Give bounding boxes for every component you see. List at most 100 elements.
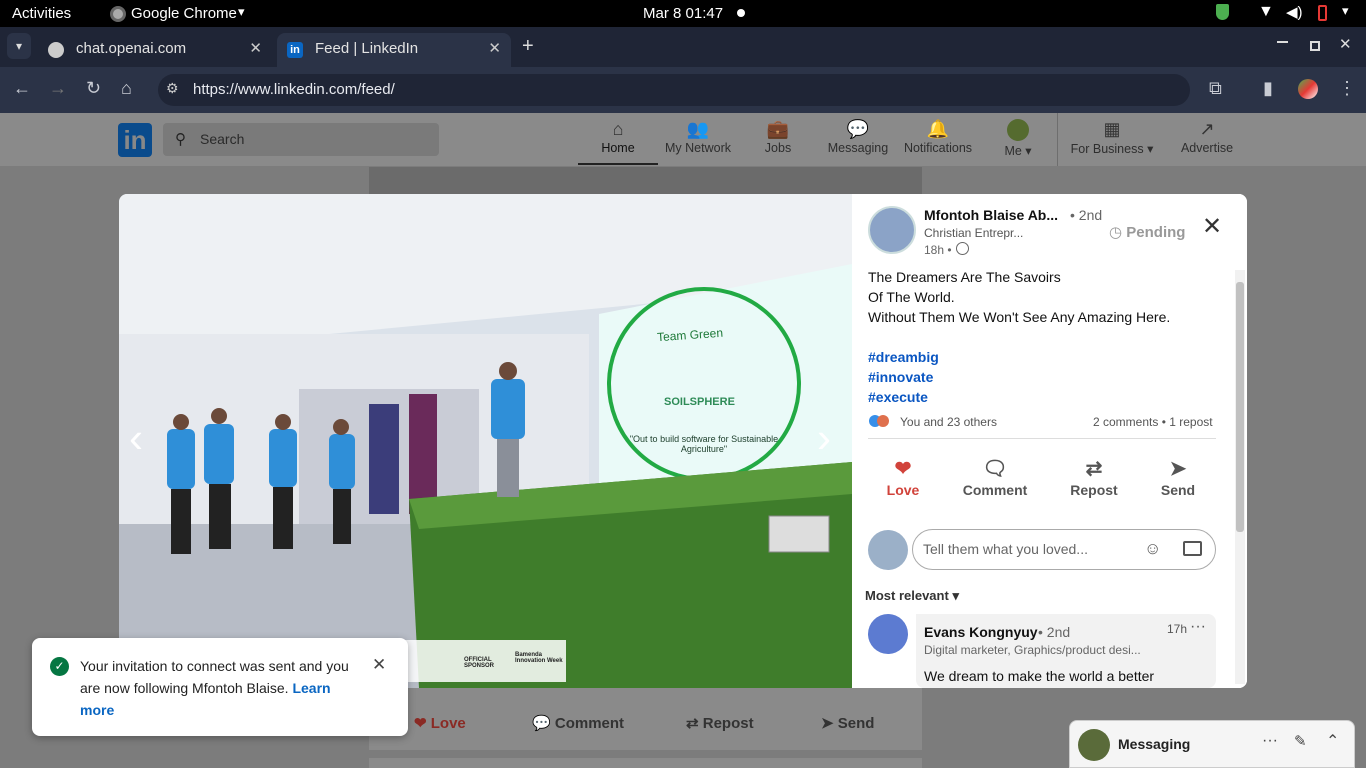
messaging-dock[interactable]: Messaging ··· ✎ ⌃ <box>1069 720 1355 768</box>
side-panel-icon[interactable]: ▮ <box>1263 78 1273 99</box>
comment-text: We dream to make the world a better <box>924 668 1155 684</box>
battery-icon[interactable] <box>1318 5 1327 21</box>
forward-icon[interactable]: → <box>49 78 67 99</box>
close-tab-icon[interactable]: ✕ <box>249 39 262 57</box>
pending-button[interactable]: ◷ Pending <box>1109 223 1185 241</box>
wifi-icon[interactable]: ▼ <box>1258 3 1274 21</box>
hashtag-link[interactable]: #innovate <box>868 367 1170 387</box>
chrome-menu-icon[interactable]: ⋮ <box>1338 78 1356 99</box>
commenter-avatar[interactable] <box>868 614 908 654</box>
tab-chatgpt[interactable]: chat.openai.com ✕ <box>38 33 272 67</box>
tab-strip: ▾ chat.openai.com ✕ in Feed | LinkedIn ✕… <box>0 27 1366 67</box>
linkedin-favicon-icon: in <box>287 42 303 58</box>
divider <box>868 438 1216 439</box>
close-toast-icon[interactable]: ✕ <box>372 655 386 675</box>
feed-comment-button[interactable]: 💬 Comment <box>532 714 624 732</box>
next-image-icon[interactable]: › <box>817 414 831 462</box>
comment-input[interactable]: Tell them what you loved... ☺ <box>912 529 1216 570</box>
close-tab-icon[interactable]: ✕ <box>488 39 501 57</box>
repost-icon: ⇄ <box>1085 458 1103 480</box>
nav-my-network[interactable]: 👥 My Network <box>658 119 738 155</box>
toast-message: Your invitation to connect was sent and … <box>80 655 365 721</box>
linkedin-logo[interactable]: in <box>118 123 152 157</box>
author-name[interactable]: Mfontoh Blaise Ab... <box>924 207 1058 223</box>
post-time: 18h • <box>924 243 952 257</box>
emoji-icon[interactable]: ☺ <box>1144 539 1161 559</box>
comment-icon: 🗨 <box>982 458 1008 480</box>
app-menu[interactable]: Google Chrome <box>131 5 237 22</box>
image-icon[interactable] <box>1183 541 1202 556</box>
post-text-line: Of The World. <box>868 289 955 305</box>
comment-button[interactable]: 🗨 Comment <box>955 456 1035 498</box>
search-input[interactable]: Search <box>200 131 244 147</box>
commenter-name[interactable]: Evans Kongnyuy <box>924 624 1038 640</box>
nav-advertise[interactable]: ↗ Advertise <box>1167 119 1247 155</box>
extensions-icon[interactable]: ⧉ <box>1209 78 1222 99</box>
nav-messaging[interactable]: 💬 Messaging <box>818 119 898 155</box>
hashtag-link[interactable]: #execute <box>868 387 1170 407</box>
scrollbar-track[interactable] <box>1235 270 1245 684</box>
previous-image-icon[interactable]: ‹ <box>129 414 143 462</box>
success-check-icon: ✓ <box>50 657 69 676</box>
url-text: https://www.linkedin.com/feed/ <box>193 81 395 98</box>
post-photo: Team Green SOILSPHERE "Out to build soft… <box>119 194 852 688</box>
search-box[interactable]: ⚲ Search <box>163 123 439 156</box>
tab-title: chat.openai.com <box>76 40 187 57</box>
feed-love-button[interactable]: ❤ Love <box>414 714 466 732</box>
site-info-icon[interactable]: ⚙ <box>166 80 179 97</box>
feed-repost-button[interactable]: ⇄ Repost <box>686 714 754 732</box>
reload-icon[interactable]: ↻ <box>86 78 101 99</box>
back-icon[interactable]: ← <box>13 78 31 99</box>
action-label: Comment <box>962 482 1028 498</box>
address-bar[interactable]: ⚙ https://www.linkedin.com/feed/ <box>158 74 1190 106</box>
invitation-toast: ✓ Your invitation to connect was sent an… <box>32 638 408 736</box>
love-reaction-icon <box>877 415 889 427</box>
reactions-count[interactable]: You and 23 others <box>900 415 997 429</box>
maximize-icon[interactable] <box>1310 41 1320 51</box>
screen-tagline: "Out to build software for Sustainable A… <box>629 434 779 454</box>
home-button-icon[interactable]: ⌂ <box>121 78 132 99</box>
tab-linkedin[interactable]: in Feed | LinkedIn ✕ <box>277 33 511 67</box>
search-icon: ⚲ <box>175 131 186 148</box>
tab-search-icon[interactable]: ▾ <box>7 33 31 59</box>
sort-dropdown[interactable]: Most relevant ▾ <box>865 588 959 604</box>
avatar <box>1007 119 1029 141</box>
author-degree: • 2nd <box>1070 207 1103 223</box>
volume-icon[interactable]: ◀) <box>1286 3 1303 21</box>
activities-button[interactable]: Activities <box>12 5 71 22</box>
feed-send-button[interactable]: ➤ Send <box>821 714 874 732</box>
nav-notifications[interactable]: 🔔 Notifications <box>898 119 978 155</box>
commenter-headline: Digital marketer, Graphics/product desi.… <box>924 643 1141 657</box>
new-tab-icon[interactable]: + <box>522 35 534 58</box>
comments-reposts-count[interactable]: 2 comments • 1 repost <box>1093 415 1213 429</box>
repost-button[interactable]: ⇄ Repost <box>1054 456 1134 498</box>
nav-home[interactable]: ⌂ Home <box>578 119 658 155</box>
minimize-icon[interactable] <box>1277 41 1288 43</box>
author-avatar[interactable] <box>868 206 916 254</box>
banner-event: Bamenda Innovation Week <box>515 652 563 664</box>
nav-label: My Network <box>665 141 731 155</box>
shield-icon[interactable] <box>1216 4 1229 20</box>
scrollbar-thumb[interactable] <box>1236 282 1244 532</box>
profile-avatar[interactable] <box>1298 79 1318 99</box>
close-modal-icon[interactable]: ✕ <box>1202 212 1222 241</box>
nav-for-business[interactable]: ▦ For Business ▾ <box>1066 119 1158 156</box>
my-avatar <box>1078 729 1110 761</box>
nav-jobs[interactable]: 💼 Jobs <box>738 119 818 155</box>
grid-icon: ▦ <box>1103 119 1121 139</box>
more-options-icon[interactable]: ··· <box>1190 618 1206 636</box>
nav-label: For Business <box>1070 142 1144 156</box>
clock[interactable]: Mar 8 01:47 <box>643 5 723 22</box>
hashtag-link[interactable]: #dreambig <box>868 347 1170 367</box>
compose-icon[interactable]: ✎ <box>1294 732 1307 750</box>
chevron-up-icon[interactable]: ⌃ <box>1326 731 1339 751</box>
more-options-icon[interactable]: ··· <box>1262 732 1278 750</box>
close-window-icon[interactable]: ✕ <box>1339 35 1352 53</box>
love-button[interactable]: ❤ Love <box>863 456 943 498</box>
notification-dot-icon <box>737 9 745 17</box>
send-button[interactable]: ➤ Send <box>1138 456 1218 498</box>
power-menu-icon[interactable]: ▾ <box>1342 3 1349 19</box>
post-modal: Team Green SOILSPHERE "Out to build soft… <box>119 194 1247 688</box>
pending-label: Pending <box>1126 224 1186 241</box>
nav-me[interactable]: Me ▾ <box>978 119 1058 158</box>
